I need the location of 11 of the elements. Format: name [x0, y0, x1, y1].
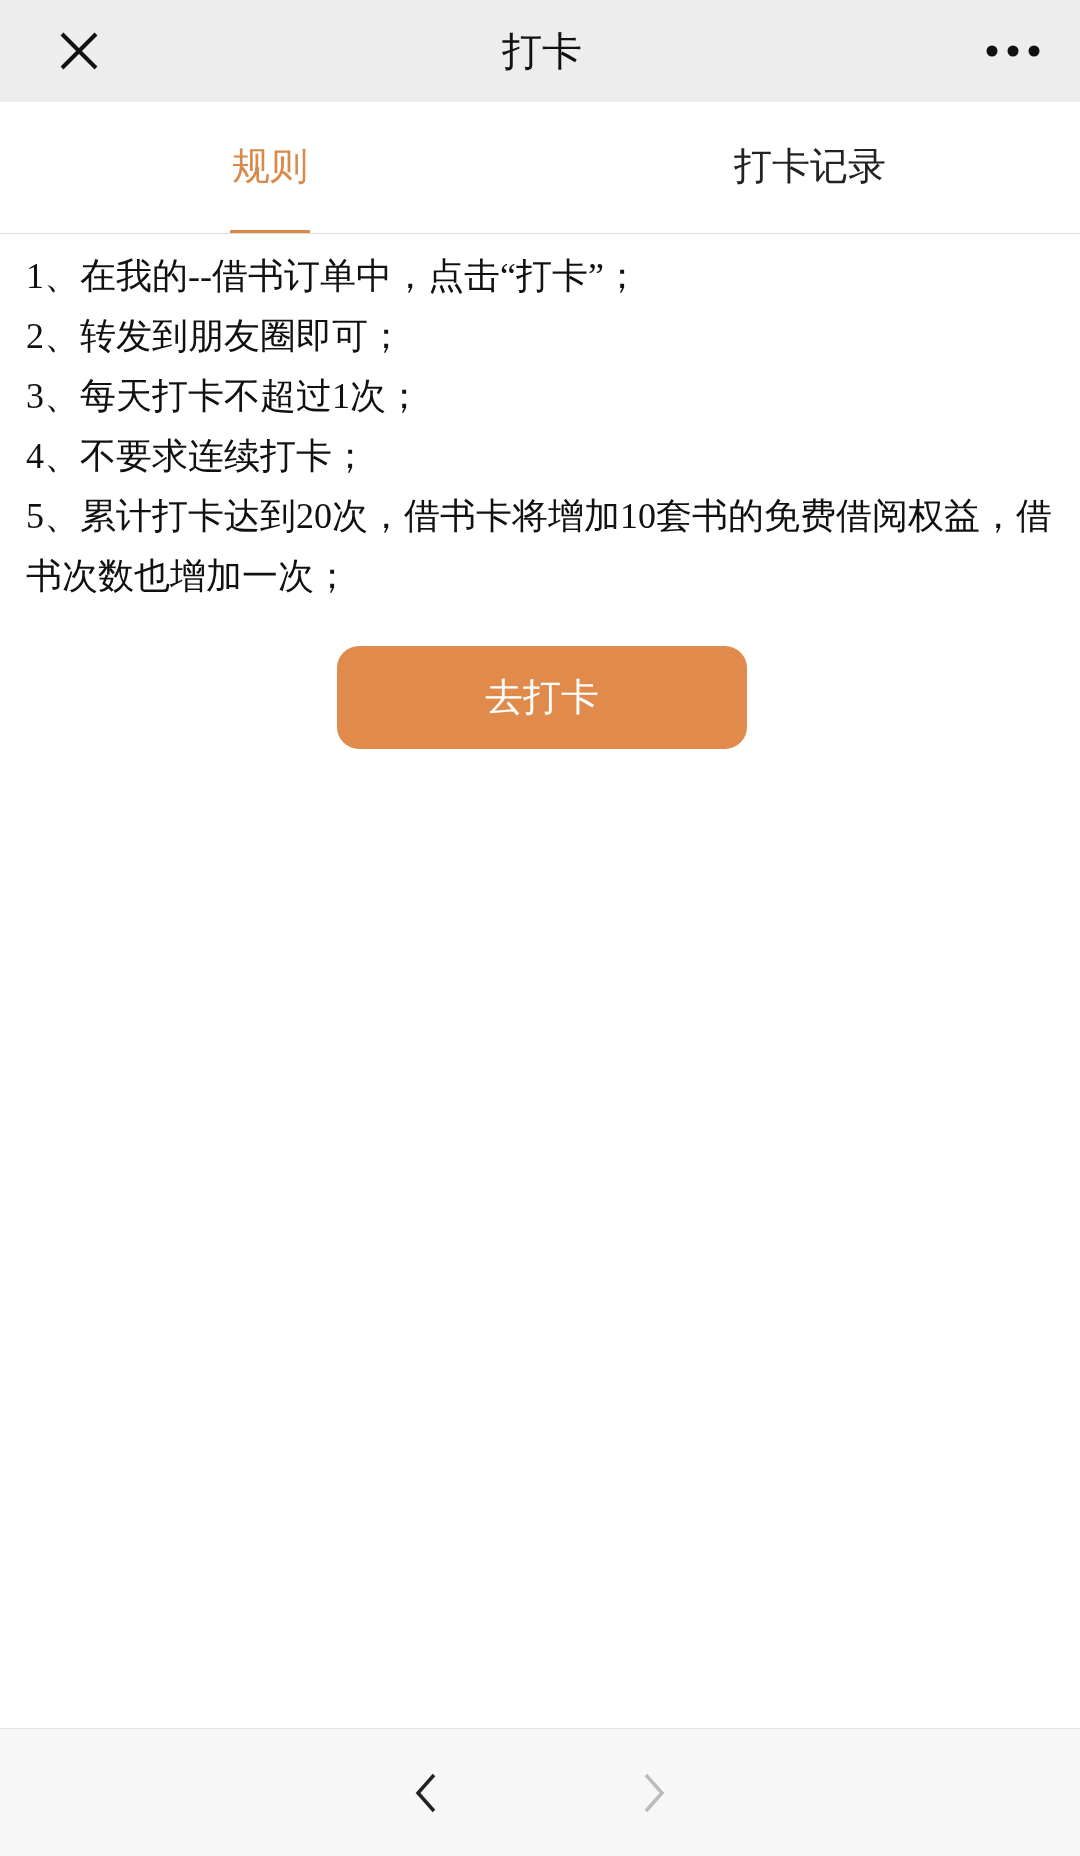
tab[interactable]: 规则 [230, 102, 310, 233]
rule-text: 2、转发到朋友圈即可； [26, 315, 405, 358]
rule-text: 1、在我的--借书订单中，点击“打卡”； [26, 255, 641, 298]
rule-text: 5、累计打卡达到20次，借书卡将增加10套书的免费借阅权益，借书次数也增加一次； [26, 495, 1053, 598]
rule-text: 3、每天打卡不超过1次； [26, 375, 423, 418]
close-icon[interactable] [60, 32, 98, 70]
window-title: 打卡 [502, 26, 582, 76]
check-in-button[interactable]: 去打卡 [337, 646, 747, 749]
tab[interactable]: 打卡记录 [732, 102, 888, 233]
rule-text: 4、不要求连续打卡； [26, 435, 369, 478]
more-icon[interactable] [986, 45, 1040, 57]
